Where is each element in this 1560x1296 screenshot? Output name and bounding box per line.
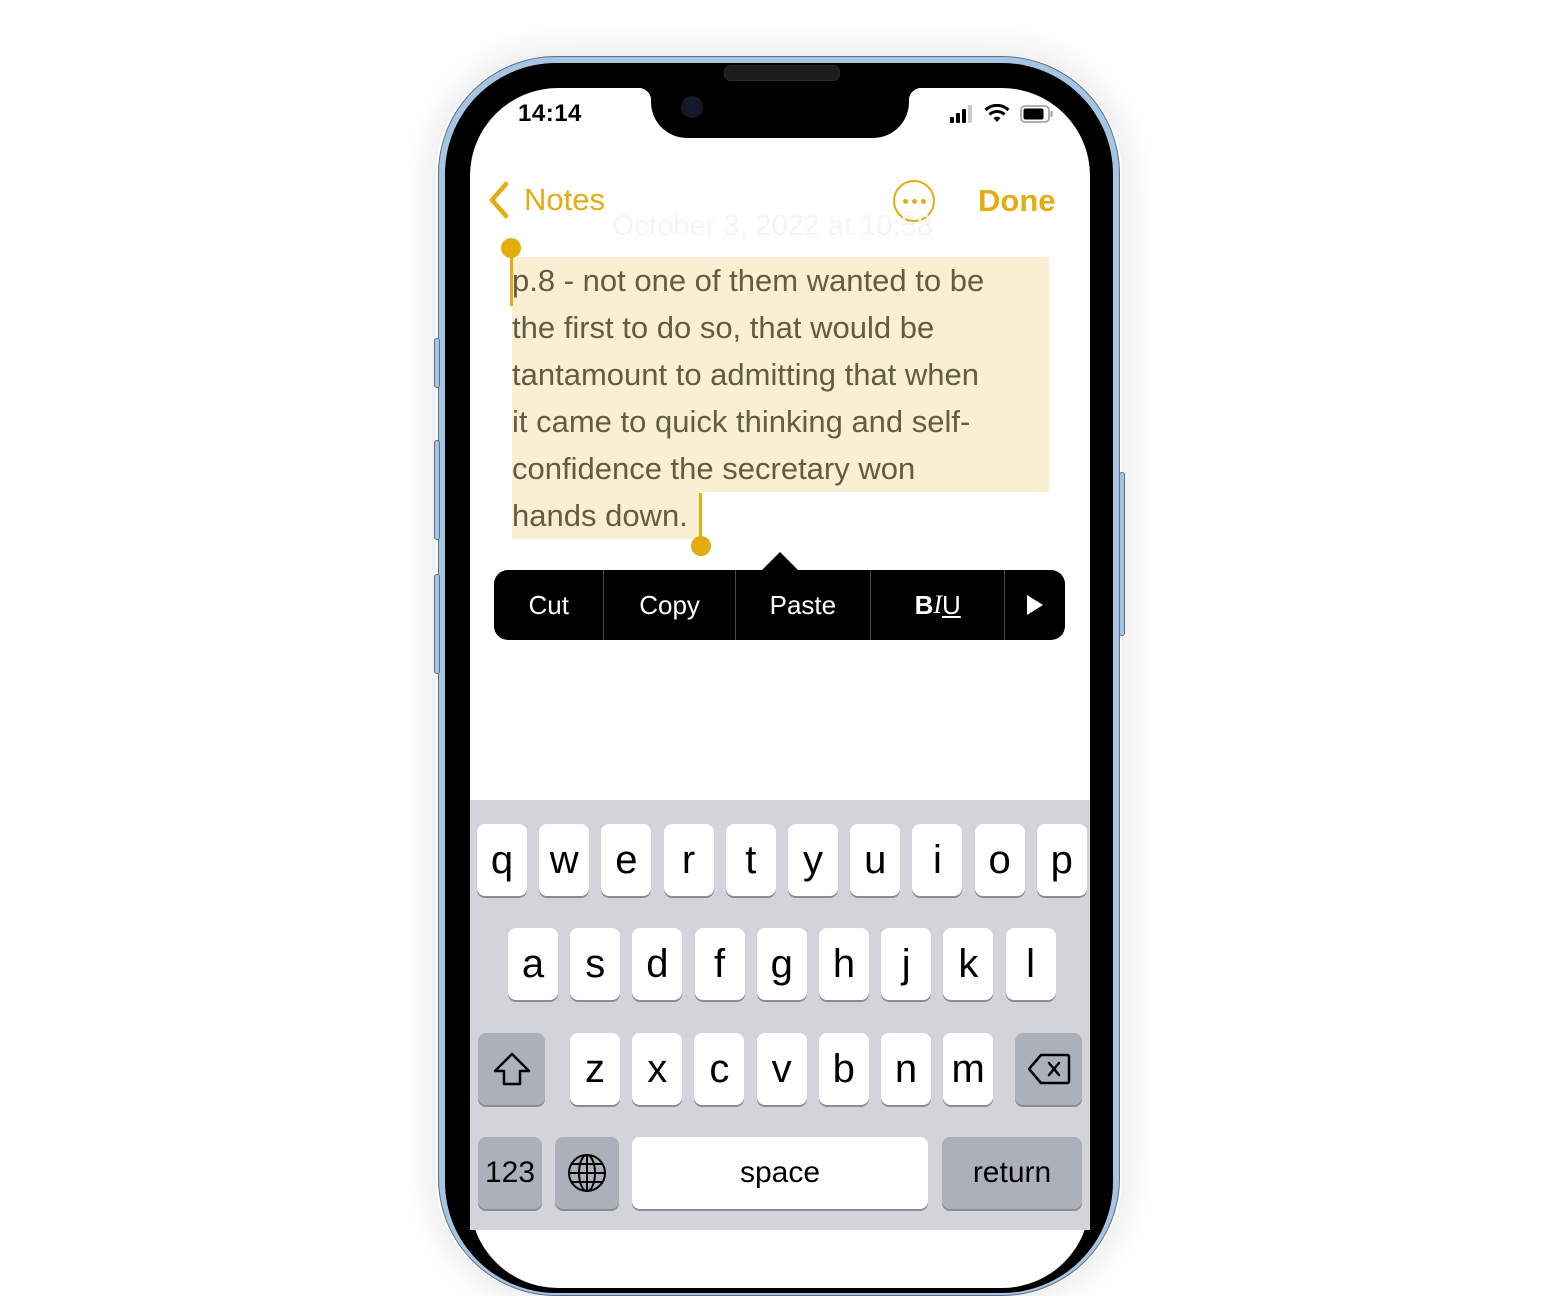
key-t[interactable]: t: [725, 824, 776, 896]
key-o[interactable]: o: [974, 824, 1025, 896]
globe-key[interactable]: [555, 1137, 619, 1209]
status-icons: [950, 104, 1054, 124]
selection-start-handle[interactable]: [501, 238, 521, 258]
key-s[interactable]: s: [570, 928, 621, 1000]
selection-start-caret: [510, 256, 513, 306]
key-b[interactable]: b: [818, 1033, 869, 1105]
note-line: it came to quick thinking and self-: [512, 398, 1052, 445]
front-camera: [681, 96, 703, 118]
key-f[interactable]: f: [694, 928, 745, 1000]
key-a[interactable]: a: [508, 928, 558, 1000]
key-k[interactable]: k: [943, 928, 994, 1000]
note-line: tantamount to admitting that when: [512, 351, 1052, 398]
key-m[interactable]: m: [943, 1033, 994, 1105]
edit-context-menu: Cut Copy Paste BIU: [494, 570, 1065, 640]
wifi-icon: [984, 104, 1010, 122]
cut-button[interactable]: Cut: [494, 570, 605, 640]
key-e[interactable]: e: [601, 824, 652, 896]
key-v[interactable]: v: [756, 1033, 807, 1105]
shift-icon: [493, 1052, 530, 1086]
key-x[interactable]: x: [632, 1033, 683, 1105]
status-time: 14:14: [518, 100, 582, 127]
back-label: Notes: [524, 182, 605, 217]
key-w[interactable]: w: [539, 824, 590, 896]
cellular-signal-icon: [950, 105, 972, 123]
power-button: [1119, 472, 1125, 636]
key-p[interactable]: p: [1036, 824, 1087, 896]
done-button[interactable]: Done: [978, 183, 1056, 219]
action-button: [434, 338, 440, 388]
delete-key[interactable]: [1015, 1033, 1082, 1105]
key-j[interactable]: j: [881, 928, 932, 1000]
note-line: p.8 - not one of them wanted to be: [512, 257, 1052, 304]
note-body[interactable]: p.8 - not one of them wanted to be the f…: [512, 257, 1052, 539]
note-line: the first to do so, that would be: [512, 304, 1052, 351]
selection-end-handle[interactable]: [691, 536, 711, 556]
paste-button[interactable]: Paste: [736, 570, 872, 640]
note-line: hands down.: [512, 492, 1052, 539]
key-c[interactable]: c: [694, 1033, 745, 1105]
key-r[interactable]: r: [663, 824, 714, 896]
menu-pointer: [762, 552, 798, 570]
note-line: confidence the secretary won: [512, 445, 1052, 492]
chevron-left-icon: [489, 181, 509, 219]
back-to-notes-button[interactable]: Notes: [486, 180, 605, 220]
play-right-icon: [1027, 595, 1044, 615]
shift-key[interactable]: [478, 1033, 545, 1105]
key-d[interactable]: d: [632, 928, 683, 1000]
battery-icon: [1020, 105, 1053, 123]
space-key[interactable]: space: [632, 1137, 928, 1209]
key-y[interactable]: y: [788, 824, 838, 896]
copy-button[interactable]: Copy: [604, 570, 736, 640]
backspace-icon: [1027, 1053, 1070, 1085]
volume-down-button: [434, 574, 440, 674]
key-i[interactable]: i: [912, 824, 963, 896]
key-g[interactable]: g: [756, 928, 807, 1000]
note-date: October 3, 2022 at 10:58: [612, 210, 933, 242]
key-l[interactable]: l: [1005, 928, 1056, 1000]
key-n[interactable]: n: [881, 1033, 931, 1105]
globe-icon: [568, 1154, 606, 1192]
selection-end-caret: [699, 493, 702, 541]
key-z[interactable]: z: [570, 1033, 620, 1105]
speaker-grille: [724, 65, 840, 81]
volume-up-button: [434, 440, 440, 540]
more-options-button[interactable]: [1005, 570, 1065, 640]
key-h[interactable]: h: [819, 928, 869, 1000]
return-key[interactable]: return: [942, 1137, 1082, 1209]
numbers-key[interactable]: 123: [478, 1137, 542, 1209]
key-q[interactable]: q: [477, 824, 527, 896]
format-biu-button[interactable]: BIU: [871, 570, 1006, 640]
key-u[interactable]: u: [850, 824, 901, 896]
